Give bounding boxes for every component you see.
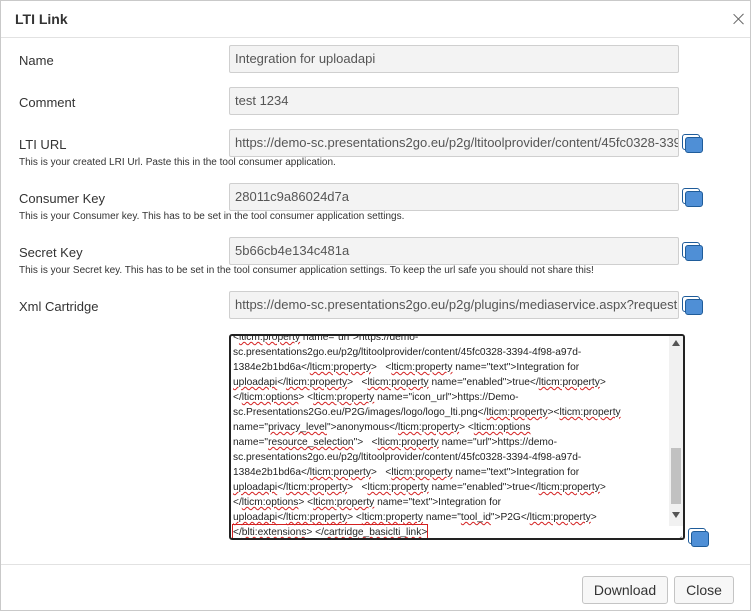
xml-line: sc.presentations2go.eu/p2g/ltitoolprovid… (233, 452, 582, 463)
consumer-key-label: Consumer Key (19, 191, 105, 206)
comment-label: Comment (19, 95, 76, 110)
xml-line: uploadapi</lticm:property> <lticm:proper… (233, 377, 606, 388)
consumer-key-field[interactable]: 28011c9a86024d7a (229, 183, 679, 211)
secret-key-field[interactable]: 5b66cb4e134c481a (229, 237, 679, 265)
xml-cartridge-label: Xml Cartridge (19, 299, 99, 314)
xml-line: name="resource_selection"> <lticm:proper… (233, 437, 557, 448)
name-label: Name (19, 53, 54, 68)
xml-cartridge-field[interactable]: https://demo-sc.presentations2go.eu/p2g/… (229, 291, 679, 319)
lti-link-dialog: LTI Link Name Integration for uploadapi … (0, 0, 751, 611)
lti-url-label: LTI URL (19, 137, 67, 152)
consumer-key-hint: This is your Consumer key. This has to b… (19, 211, 405, 222)
xml-line: sc.Presentations2Go.eu/P2G/images/logo/l… (233, 407, 621, 418)
xml-content-textarea[interactable]: <lticm:property name="url">https://demo-… (229, 334, 685, 540)
xml-line: name="privacy_level">anonymous</lticm:pr… (233, 422, 531, 433)
xml-line: uploadapi</lticm:property> <lticm:proper… (233, 512, 597, 523)
xml-line: 1384e2b1bd6a</lticm:property> <lticm:pro… (233, 362, 580, 373)
comment-field[interactable]: test 1234 (229, 87, 679, 115)
xml-line: </blti:extensions> </cartridge_basiclti_… (231, 524, 429, 538)
xml-line: sc.presentations2go.eu/p2g/ltitoolprovid… (233, 347, 582, 358)
xml-line: 1384e2b1bd6a</lticm:property> <lticm:pro… (233, 467, 580, 478)
scroll-up-icon[interactable] (672, 340, 680, 346)
vertical-scrollbar[interactable] (669, 336, 683, 526)
xml-line: <lticm:property name="url">https://demo- (233, 334, 419, 343)
dialog-footer: Download Close (1, 564, 750, 611)
copy-icon[interactable] (682, 296, 704, 316)
secret-key-label: Secret Key (19, 245, 83, 260)
copy-icon[interactable] (688, 528, 710, 548)
name-field[interactable]: Integration for uploadapi (229, 45, 679, 73)
copy-icon[interactable] (682, 188, 704, 208)
close-icon[interactable] (731, 11, 747, 27)
xml-line: </lticm:options> <lticm:property name="i… (233, 392, 519, 403)
resize-grip-icon[interactable] (672, 527, 682, 537)
copy-icon[interactable] (682, 242, 704, 262)
close-button[interactable]: Close (674, 576, 734, 604)
dialog-header: LTI Link (1, 1, 750, 38)
dialog-title: LTI Link (15, 11, 68, 27)
lti-url-field[interactable]: https://demo-sc.presentations2go.eu/p2g/… (229, 129, 679, 157)
xml-line: uploadapi</lticm:property> <lticm:proper… (233, 482, 606, 493)
copy-icon[interactable] (682, 134, 704, 154)
scroll-down-icon[interactable] (672, 512, 680, 518)
xml-content-text: <lticm:property name="url">https://demo-… (231, 334, 667, 538)
scrollbar-thumb[interactable] (671, 448, 681, 504)
download-button[interactable]: Download (582, 576, 668, 604)
secret-key-hint: This is your Secret key. This has to be … (19, 265, 594, 276)
lti-url-hint: This is your created LRI Url. Paste this… (19, 157, 336, 168)
xml-line: </lticm:options> <lticm:property name="t… (233, 497, 502, 508)
